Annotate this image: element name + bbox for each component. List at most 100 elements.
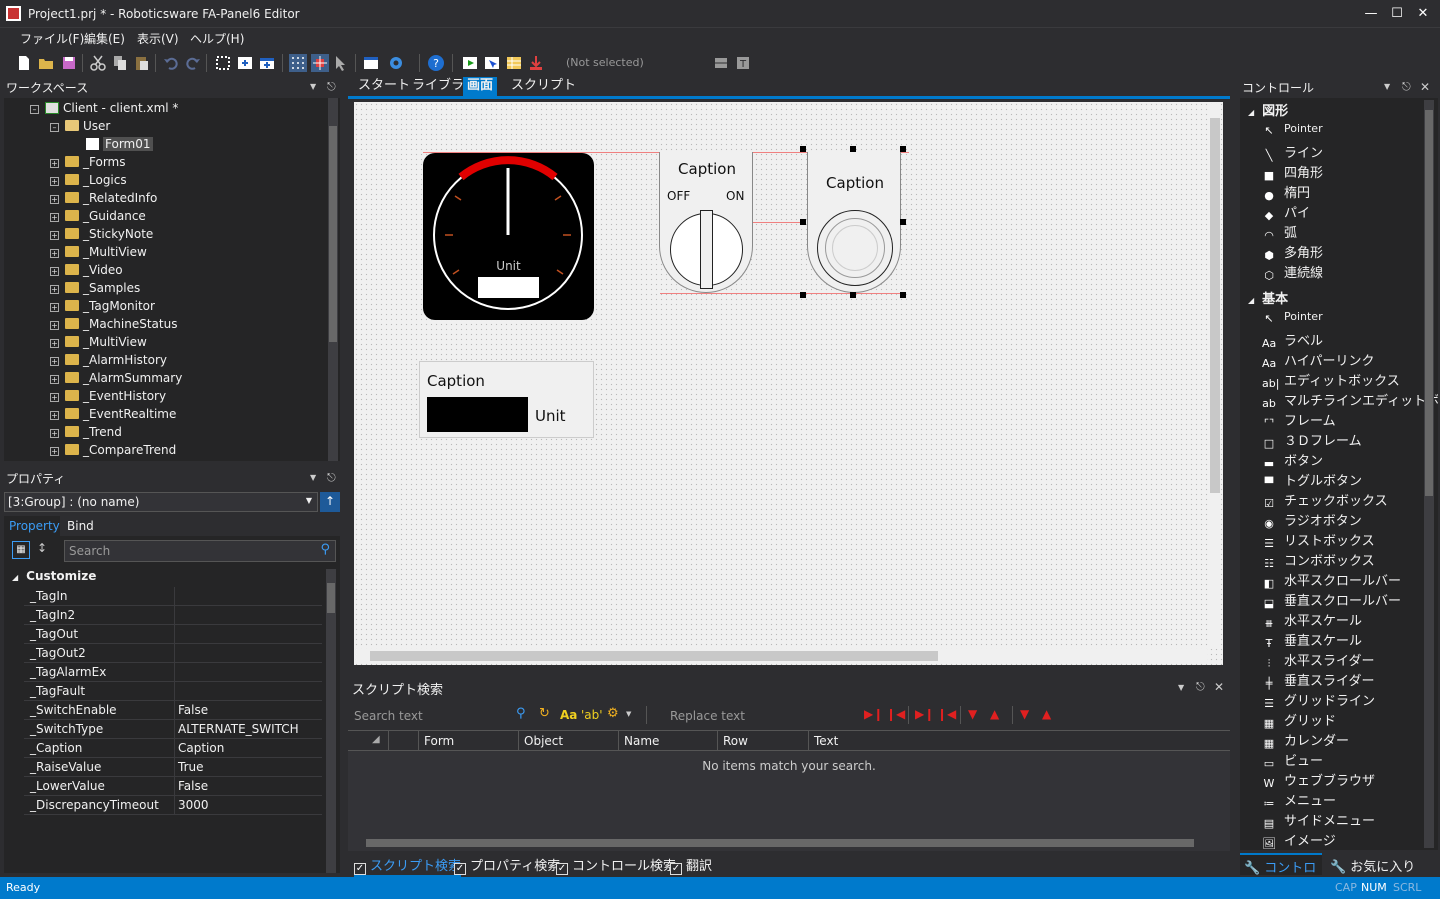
canvas-vscrollbar[interactable] bbox=[1209, 104, 1221, 649]
search-text-input[interactable]: Search text bbox=[354, 709, 423, 723]
control-item[interactable]: ⬓ 垂直スクロールバー bbox=[1262, 590, 1401, 610]
dropdown-icon[interactable]: ▼ bbox=[1178, 683, 1184, 692]
add-dialog-icon[interactable] bbox=[258, 54, 276, 72]
pin-icon[interactable]: ⎋ bbox=[327, 471, 336, 485]
tree-root[interactable]: – Client - client.xml * bbox=[30, 101, 178, 119]
control-item[interactable]: ▀ トグルボタン bbox=[1262, 470, 1362, 490]
search-icon[interactable]: ⚲ bbox=[516, 706, 526, 721]
column-header[interactable]: Text bbox=[814, 734, 838, 748]
control-item[interactable]: ☷ コンボボックス bbox=[1262, 550, 1375, 570]
tab-property[interactable]: Property bbox=[4, 516, 60, 536]
expand-icon[interactable]: + bbox=[50, 195, 59, 204]
tab-bind[interactable]: Bind bbox=[62, 516, 112, 536]
property-row[interactable]: _TagAlarmEx bbox=[24, 663, 322, 682]
dropdown-icon[interactable]: ▼ bbox=[310, 82, 316, 91]
window-icon[interactable] bbox=[362, 54, 380, 72]
checkbox-icon[interactable]: ✓ bbox=[670, 863, 682, 875]
control-item[interactable]: ⫶ 水平スライダー bbox=[1262, 650, 1375, 670]
property-search-input[interactable]: Search ⚲ bbox=[64, 540, 336, 562]
pin-icon[interactable]: ⎋ bbox=[1196, 680, 1205, 694]
numeric-display[interactable]: Caption Unit bbox=[419, 361, 594, 438]
maximize-icon[interactable]: ☐ bbox=[1384, 2, 1410, 26]
tree-folder[interactable]: + _AlarmSummary bbox=[50, 371, 182, 389]
expand-icon[interactable]: + bbox=[50, 321, 59, 330]
control-item[interactable]: ◆ パイ bbox=[1262, 202, 1310, 222]
analog-gauge[interactable]: Unit bbox=[423, 153, 594, 320]
control-item[interactable]: ⬡ 連続線 bbox=[1262, 262, 1323, 282]
designer-tab[interactable]: スタート bbox=[354, 77, 414, 96]
expand-icon[interactable]: + bbox=[50, 303, 59, 312]
canvas-hscrollbar[interactable] bbox=[356, 649, 1207, 663]
replace-next-icon[interactable]: ▶❙ bbox=[864, 707, 883, 721]
property-row[interactable]: _SwitchType ALTERNATE_SWITCH bbox=[24, 720, 322, 739]
tree-user[interactable]: – User bbox=[50, 119, 110, 137]
match-word-toggle[interactable]: 'ab' bbox=[581, 708, 603, 722]
down-arrow-icon[interactable]: ▼ bbox=[1020, 707, 1029, 721]
up-arrow-icon[interactable]: ↑ bbox=[320, 492, 340, 512]
select-all-icon[interactable]: ◢ bbox=[372, 734, 380, 745]
expand-icon[interactable]: + bbox=[50, 249, 59, 258]
control-item[interactable]: ⌜⌝ フレーム bbox=[1262, 410, 1336, 430]
control-item[interactable]: 🖼 イメージ bbox=[1262, 830, 1336, 850]
close-icon[interactable]: ✕ bbox=[1214, 680, 1224, 694]
control-item[interactable]: Ŧ 垂直スケール bbox=[1262, 630, 1362, 650]
checkbox-icon[interactable]: ✓ bbox=[556, 863, 568, 875]
close-icon[interactable]: ✕ bbox=[1410, 2, 1436, 26]
preview-icon[interactable] bbox=[483, 54, 501, 72]
dropdown-icon[interactable]: ▼ bbox=[310, 473, 316, 482]
property-row[interactable]: _TagIn2 bbox=[24, 606, 322, 625]
save-icon[interactable] bbox=[60, 54, 78, 72]
property-row[interactable]: _DiscrepancyTimeout 3000 bbox=[24, 796, 322, 815]
property-row[interactable]: _TagIn bbox=[24, 587, 322, 606]
add-form-icon[interactable] bbox=[236, 54, 254, 72]
push-button[interactable]: Caption bbox=[807, 152, 901, 293]
property-row[interactable]: _SwitchEnable False bbox=[24, 701, 322, 720]
selection-handle[interactable] bbox=[850, 146, 856, 152]
control-item[interactable]: ▬ ボタン bbox=[1262, 450, 1323, 470]
help-icon[interactable]: ? bbox=[427, 54, 445, 72]
tree-folder[interactable]: + _Forms bbox=[50, 155, 125, 173]
undo-icon[interactable] bbox=[162, 54, 180, 72]
expand-icon[interactable]: + bbox=[50, 231, 59, 240]
control-item[interactable]: ◧ 水平スクロールバー bbox=[1262, 570, 1401, 590]
property-value[interactable]: 3000 bbox=[178, 798, 209, 812]
category-customize[interactable]: ◢ Customize bbox=[12, 569, 96, 583]
expand-icon[interactable]: + bbox=[50, 447, 59, 456]
replace-prev-icon[interactable]: ❙◀ bbox=[886, 707, 905, 721]
property-value[interactable]: Caption bbox=[178, 741, 224, 755]
control-item[interactable]: ☰ リストボックス bbox=[1262, 530, 1375, 550]
property-value[interactable]: True bbox=[178, 760, 204, 774]
refresh-icon[interactable]: ↻ bbox=[539, 706, 550, 721]
expand-icon[interactable]: + bbox=[50, 267, 59, 276]
tree-folder[interactable]: + _Guidance bbox=[50, 209, 146, 227]
selection-handle[interactable] bbox=[850, 292, 856, 298]
design-canvas[interactable]: Unit Caption OFF ON Caption Caption Unit bbox=[354, 102, 1223, 665]
pointer-tool-icon[interactable] bbox=[333, 54, 351, 72]
pin-icon[interactable]: ⎋ bbox=[327, 80, 336, 94]
run-icon[interactable] bbox=[461, 54, 479, 72]
property-row[interactable]: _RaiseValue True bbox=[24, 758, 322, 777]
control-item[interactable]: ab マルチラインエディットボッ... bbox=[1262, 390, 1438, 410]
tree-folder[interactable]: + _MachineStatus bbox=[50, 317, 177, 335]
property-value[interactable]: False bbox=[178, 779, 208, 793]
object-selector[interactable]: [3:Group] : (no name) ▼ bbox=[4, 492, 318, 512]
text-icon[interactable]: T bbox=[734, 54, 752, 72]
align-icon[interactable] bbox=[712, 54, 730, 72]
controls-section[interactable]: ◢ 基本 bbox=[1248, 288, 1288, 307]
minimize-icon[interactable]: — bbox=[1358, 2, 1384, 26]
tree-folder[interactable]: + _AlarmHistory bbox=[50, 353, 167, 371]
download-icon[interactable] bbox=[527, 54, 545, 72]
gear-icon[interactable]: ⚙ bbox=[607, 706, 619, 721]
control-item[interactable]: ▦ グリッド bbox=[1262, 710, 1336, 730]
tree-folder[interactable]: + _TagMonitor bbox=[50, 299, 155, 317]
expand-icon[interactable]: + bbox=[50, 285, 59, 294]
tab-favorites[interactable]: 🔧 お気に入り bbox=[1326, 855, 1426, 875]
replace-all-next-icon[interactable]: ▶❙ bbox=[915, 707, 934, 721]
column-header[interactable]: Form bbox=[424, 734, 454, 748]
menu-file[interactable]: ファイル(F) bbox=[20, 30, 84, 47]
new-file-icon[interactable] bbox=[15, 54, 33, 72]
sort-alpha-icon[interactable]: ↕ bbox=[37, 541, 47, 555]
next-match-icon[interactable]: ▼ bbox=[968, 707, 977, 721]
column-header[interactable]: Name bbox=[624, 734, 659, 748]
expand-icon[interactable]: + bbox=[50, 357, 59, 366]
